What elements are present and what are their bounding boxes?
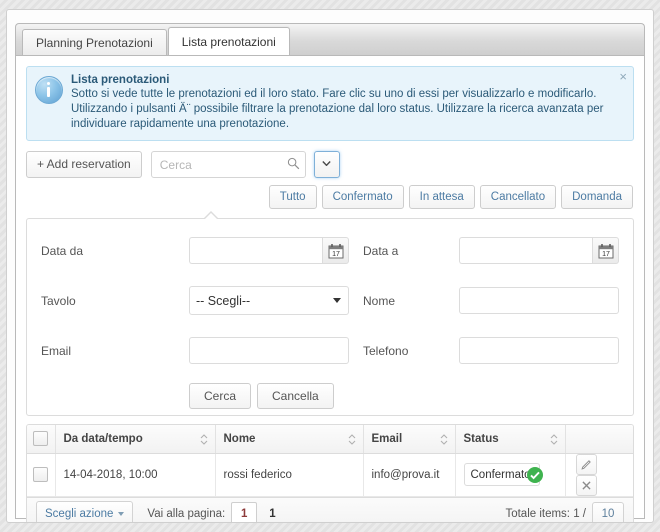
alert-text-block: Lista prenotazioni Sotto si vede tutte l…: [71, 74, 607, 132]
select-all-header[interactable]: [27, 425, 56, 454]
cell-name: rossi federico: [215, 453, 364, 497]
search-field-wrapper: [150, 151, 306, 178]
pencil-icon[interactable]: [575, 453, 597, 475]
label-nome: Nome: [363, 293, 396, 308]
tab-lista-prenotazioni[interactable]: Lista prenotazioni: [167, 27, 290, 55]
data-a-calendar-button[interactable]: 17: [592, 237, 619, 264]
data-a-field-wrapper: 17: [459, 237, 619, 264]
table-header-row: Da data/tempo Nome Email Status: [27, 425, 633, 454]
alert-message: Sotto si vede tutte le prenotazioni ed i…: [71, 88, 604, 130]
search-clear-button[interactable]: Cancella: [257, 383, 334, 409]
total-items-label: Totale items: 1 /: [505, 508, 586, 520]
telefono-input[interactable]: [459, 337, 619, 364]
filter-tutto[interactable]: Tutto: [268, 185, 317, 209]
cell-date: 14-04-2018, 10:00: [55, 453, 216, 497]
column-header-date[interactable]: Da data/tempo: [55, 425, 216, 454]
label-data-da: Data da: [41, 243, 84, 258]
tavolo-select-wrapper: -- Scegli--: [189, 286, 349, 315]
nome-input[interactable]: [459, 287, 619, 314]
column-label-email: Email: [371, 432, 403, 445]
status-filter-group: Tutto Confermato In attesa Cancellato Do…: [26, 185, 634, 209]
column-header-name[interactable]: Nome: [215, 425, 364, 454]
label-data-a: Data a: [363, 243, 399, 258]
email-input[interactable]: [189, 337, 349, 364]
column-label-status: Status: [463, 432, 499, 445]
advanced-search-panel: Data da 17 Data a 17 Tavolo -- Scegli-- …: [26, 211, 634, 416]
column-label-name: Nome: [223, 432, 256, 445]
alert-title: Lista prenotazioni: [71, 74, 170, 86]
search-input[interactable]: [150, 151, 306, 178]
close-icon[interactable]: [575, 474, 597, 496]
tab-bar: Planning Prenotazioni Lista prenotazioni: [15, 23, 645, 55]
cell-status: Confermato: [455, 453, 566, 497]
current-page-indicator[interactable]: 1: [269, 508, 275, 520]
search-options-toggle[interactable]: [313, 151, 340, 178]
sort-updown-icon: [348, 434, 355, 445]
check-circle-icon: [526, 466, 543, 483]
status-badge[interactable]: Confermato: [463, 463, 543, 486]
reservations-table-wrapper: Da data/tempo Nome Email Status 14-04-20…: [26, 424, 634, 497]
label-telefono: Telefono: [363, 343, 409, 358]
table-row[interactable]: 14-04-2018, 10:00 rossi federico info@pr…: [27, 453, 633, 497]
column-label-date: Da data/tempo: [63, 432, 143, 445]
search-form-grid: Data da 17 Data a 17 Tavolo -- Scegli-- …: [41, 237, 619, 364]
data-da-input[interactable]: [189, 237, 322, 264]
column-header-status[interactable]: Status: [455, 425, 566, 454]
data-da-field-wrapper: 17: [189, 237, 349, 264]
goto-page-label: Vai alla pagina:: [147, 508, 226, 520]
filter-confermato[interactable]: Confermato: [321, 185, 404, 209]
filter-cancellato[interactable]: Cancellato: [479, 185, 557, 209]
label-email: Email: [41, 343, 72, 358]
table-body: 14-04-2018, 10:00 rossi federico info@pr…: [27, 453, 633, 497]
panel-pointer-fill: [205, 213, 217, 219]
reservations-table: Da data/tempo Nome Email Status 14-04-20…: [27, 425, 633, 497]
add-reservation-button[interactable]: + Add reservation: [26, 151, 142, 178]
row-checkbox[interactable]: [33, 467, 49, 482]
bulk-action-label: Scegli azione: [45, 508, 114, 520]
svg-text:17: 17: [602, 251, 610, 258]
main-body: Lista prenotazioni Sotto si vede tutte l…: [15, 55, 645, 522]
search-panel-actions: Cerca Cancella: [189, 383, 619, 409]
tab-planning-prenotazioni[interactable]: Planning Prenotazioni: [22, 29, 167, 55]
column-header-actions: [565, 425, 633, 454]
table-head: Da data/tempo Nome Email Status: [27, 425, 633, 454]
filter-domanda[interactable]: Domanda: [561, 185, 633, 209]
data-a-input[interactable]: [459, 237, 592, 264]
data-da-calendar-button[interactable]: 17: [322, 237, 349, 264]
cell-actions: [565, 453, 633, 497]
filter-in-attesa[interactable]: In attesa: [408, 185, 475, 209]
total-items-group: Totale items: 1 / 10: [505, 502, 624, 522]
column-header-email[interactable]: Email: [363, 425, 456, 454]
chevron-down-icon: [322, 161, 331, 166]
tavolo-select[interactable]: -- Scegli--: [189, 286, 349, 315]
sort-updown-icon: [440, 434, 447, 445]
bulk-action-button[interactable]: Scegli azione: [36, 501, 134, 522]
sort-updown-icon: [200, 434, 207, 445]
app-window: Planning Prenotazioni Lista prenotazioni…: [6, 9, 654, 523]
close-icon[interactable]: ×: [619, 70, 627, 83]
select-all-checkbox[interactable]: [33, 431, 49, 447]
search-submit-button[interactable]: Cerca: [189, 383, 252, 409]
chevron-down-icon: [118, 512, 125, 516]
table-footer: Scegli azione Vai alla pagina: 1 Totale …: [26, 496, 634, 522]
status-label: Confermato: [470, 468, 531, 481]
calendar-17-icon: 17: [598, 244, 614, 259]
info-circle-icon: [35, 76, 63, 104]
row-select-cell[interactable]: [27, 453, 56, 497]
calendar-17-icon: 17: [328, 244, 344, 259]
label-tavolo: Tavolo: [41, 293, 76, 308]
cell-email: info@prova.it: [363, 453, 456, 497]
page-number-input[interactable]: [231, 502, 258, 522]
per-page-box[interactable]: 10: [592, 502, 624, 522]
svg-text:17: 17: [332, 251, 340, 258]
info-alert: Lista prenotazioni Sotto si vede tutte l…: [26, 66, 634, 141]
toolbar: + Add reservation: [26, 151, 634, 178]
sort-updown-icon: [550, 434, 557, 445]
